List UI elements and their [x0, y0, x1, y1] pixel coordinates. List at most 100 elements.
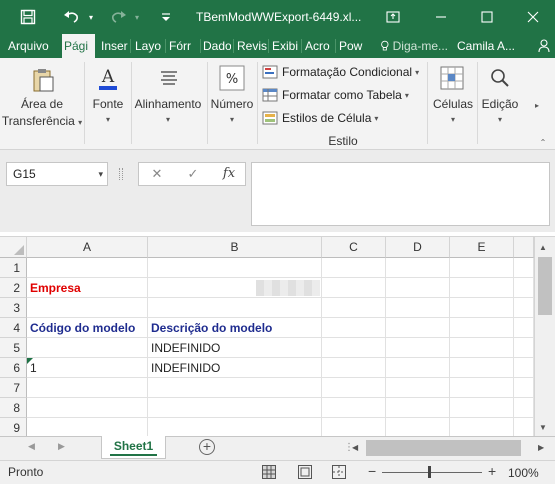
redo-icon[interactable] — [104, 0, 132, 34]
cell-b1[interactable] — [148, 258, 322, 278]
tab-arquivo[interactable]: Arquivo — [6, 34, 54, 58]
cell-c6[interactable] — [322, 358, 386, 378]
select-all-button[interactable] — [0, 237, 27, 258]
cell-e9[interactable] — [450, 418, 514, 437]
cell-d3[interactable] — [386, 298, 450, 318]
cell-b9[interactable] — [148, 418, 322, 437]
cell-a2[interactable]: Empresa — [27, 278, 148, 298]
ribbon-display-icon[interactable] — [376, 0, 410, 34]
close-icon[interactable] — [516, 0, 550, 34]
column-header-b[interactable]: B — [148, 237, 322, 258]
cell-f9[interactable] — [514, 418, 534, 437]
prev-sheet-icon[interactable]: ◀ — [28, 441, 35, 452]
tab-layout[interactable]: Layo — [133, 34, 163, 58]
cell-c4[interactable] — [322, 318, 386, 338]
cell-b6[interactable]: INDEFINIDO — [148, 358, 322, 378]
cell-a5[interactable] — [27, 338, 148, 358]
cell-a9[interactable] — [27, 418, 148, 437]
row-header-2[interactable]: 2 — [0, 278, 27, 298]
cell-c5[interactable] — [322, 338, 386, 358]
clipboard-group[interactable]: Área de Transferência ▾ — [0, 58, 82, 150]
number-group[interactable]: % Número ▾ — [208, 58, 256, 150]
cell-d2[interactable] — [386, 278, 450, 298]
row-header-4[interactable]: 4 — [0, 318, 27, 338]
tab-inserir[interactable]: Inser — [99, 34, 129, 58]
customize-icon[interactable] — [156, 0, 176, 34]
cell-e2[interactable] — [450, 278, 514, 298]
tell-me-box[interactable]: Diga-me... — [378, 34, 450, 58]
next-sheet-icon[interactable]: ▶ — [58, 441, 65, 452]
cell-a6[interactable]: 1 — [27, 358, 148, 378]
scroll-right-icon[interactable]: ▶ — [538, 440, 550, 456]
cell-a3[interactable] — [27, 298, 148, 318]
vertical-scrollbar[interactable]: ▲ ▼ — [534, 237, 555, 437]
sheet-tab-sheet1[interactable]: Sheet1 — [101, 436, 166, 459]
cell-d5[interactable] — [386, 338, 450, 358]
zoom-slider[interactable] — [382, 472, 482, 473]
cell-f2[interactable] — [514, 278, 534, 298]
row-header-5[interactable]: 5 — [0, 338, 27, 358]
chevron-down-icon[interactable]: ▾ — [98, 163, 103, 185]
cell-a1[interactable] — [27, 258, 148, 278]
cell-f4[interactable] — [514, 318, 534, 338]
zoom-slider-thumb[interactable] — [428, 466, 431, 478]
insert-function-icon[interactable]: fx — [217, 163, 241, 185]
page-layout-view-icon[interactable] — [298, 465, 312, 479]
cell-a7[interactable] — [27, 378, 148, 398]
cell-b7[interactable] — [148, 378, 322, 398]
cell-f6[interactable] — [514, 358, 534, 378]
row-header-3[interactable]: 3 — [0, 298, 27, 318]
undo-dropdown-icon[interactable]: ▾ — [84, 0, 98, 34]
cancel-icon[interactable]: ✕ — [145, 163, 169, 185]
cell-a8[interactable] — [27, 398, 148, 418]
cell-d1[interactable] — [386, 258, 450, 278]
scroll-left-icon[interactable]: ◀ — [352, 440, 364, 456]
chevron-right-icon[interactable]: ▸ — [535, 101, 539, 110]
cell-c9[interactable] — [322, 418, 386, 437]
cell-d4[interactable] — [386, 318, 450, 338]
cell-b4[interactable]: Descrição do modelo — [148, 318, 322, 338]
zoom-level[interactable]: 100% — [508, 466, 539, 480]
person-icon[interactable] — [535, 34, 553, 58]
scroll-up-icon[interactable]: ▲ — [539, 243, 547, 252]
row-header-7[interactable]: 7 — [0, 378, 27, 398]
cell-c3[interactable] — [322, 298, 386, 318]
plus-circle-icon[interactable]: + — [199, 439, 215, 455]
cell-e4[interactable] — [450, 318, 514, 338]
cell-e7[interactable] — [450, 378, 514, 398]
cell-b8[interactable] — [148, 398, 322, 418]
maximize-icon[interactable] — [470, 0, 504, 34]
cell-f7[interactable] — [514, 378, 534, 398]
cell-a4[interactable]: Código do modelo — [27, 318, 148, 338]
zoom-in-icon[interactable]: + — [488, 463, 496, 479]
tab-revisao[interactable]: Revis — [235, 34, 267, 58]
row-header-6[interactable]: 6 — [0, 358, 27, 378]
column-header-a[interactable]: A — [27, 237, 148, 258]
zoom-out-icon[interactable]: − — [368, 463, 376, 479]
undo-icon[interactable] — [58, 0, 86, 34]
cell-f3[interactable] — [514, 298, 534, 318]
font-group[interactable]: A Fonte ▾ — [86, 58, 130, 150]
user-name[interactable]: Camila A... — [455, 34, 525, 58]
tab-power[interactable]: Pow — [337, 34, 367, 58]
cell-f1[interactable] — [514, 258, 534, 278]
cell-styles-button[interactable]: Estilos de Célula ▾ — [262, 108, 378, 128]
tab-pagina-inicial[interactable]: Pági — [62, 34, 95, 58]
cell-c1[interactable] — [322, 258, 386, 278]
tab-exibir[interactable]: Exibi — [270, 34, 300, 58]
cell-d6[interactable] — [386, 358, 450, 378]
column-header-c[interactable]: C — [322, 237, 386, 258]
cell-e1[interactable] — [450, 258, 514, 278]
page-break-view-icon[interactable] — [332, 465, 346, 479]
redo-dropdown-icon[interactable]: ▾ — [130, 0, 144, 34]
cell-b3[interactable] — [148, 298, 322, 318]
resize-handle[interactable] — [119, 168, 123, 180]
column-header-f[interactable] — [514, 237, 534, 258]
cell-d9[interactable] — [386, 418, 450, 437]
cell-b5[interactable]: INDEFINIDO — [148, 338, 322, 358]
column-header-d[interactable]: D — [386, 237, 450, 258]
cell-f5[interactable] — [514, 338, 534, 358]
collapse-ribbon-icon[interactable]: ⌃ — [540, 138, 547, 147]
tab-dados[interactable]: Dado — [201, 34, 231, 58]
row-header-9[interactable]: 9 — [0, 418, 27, 437]
